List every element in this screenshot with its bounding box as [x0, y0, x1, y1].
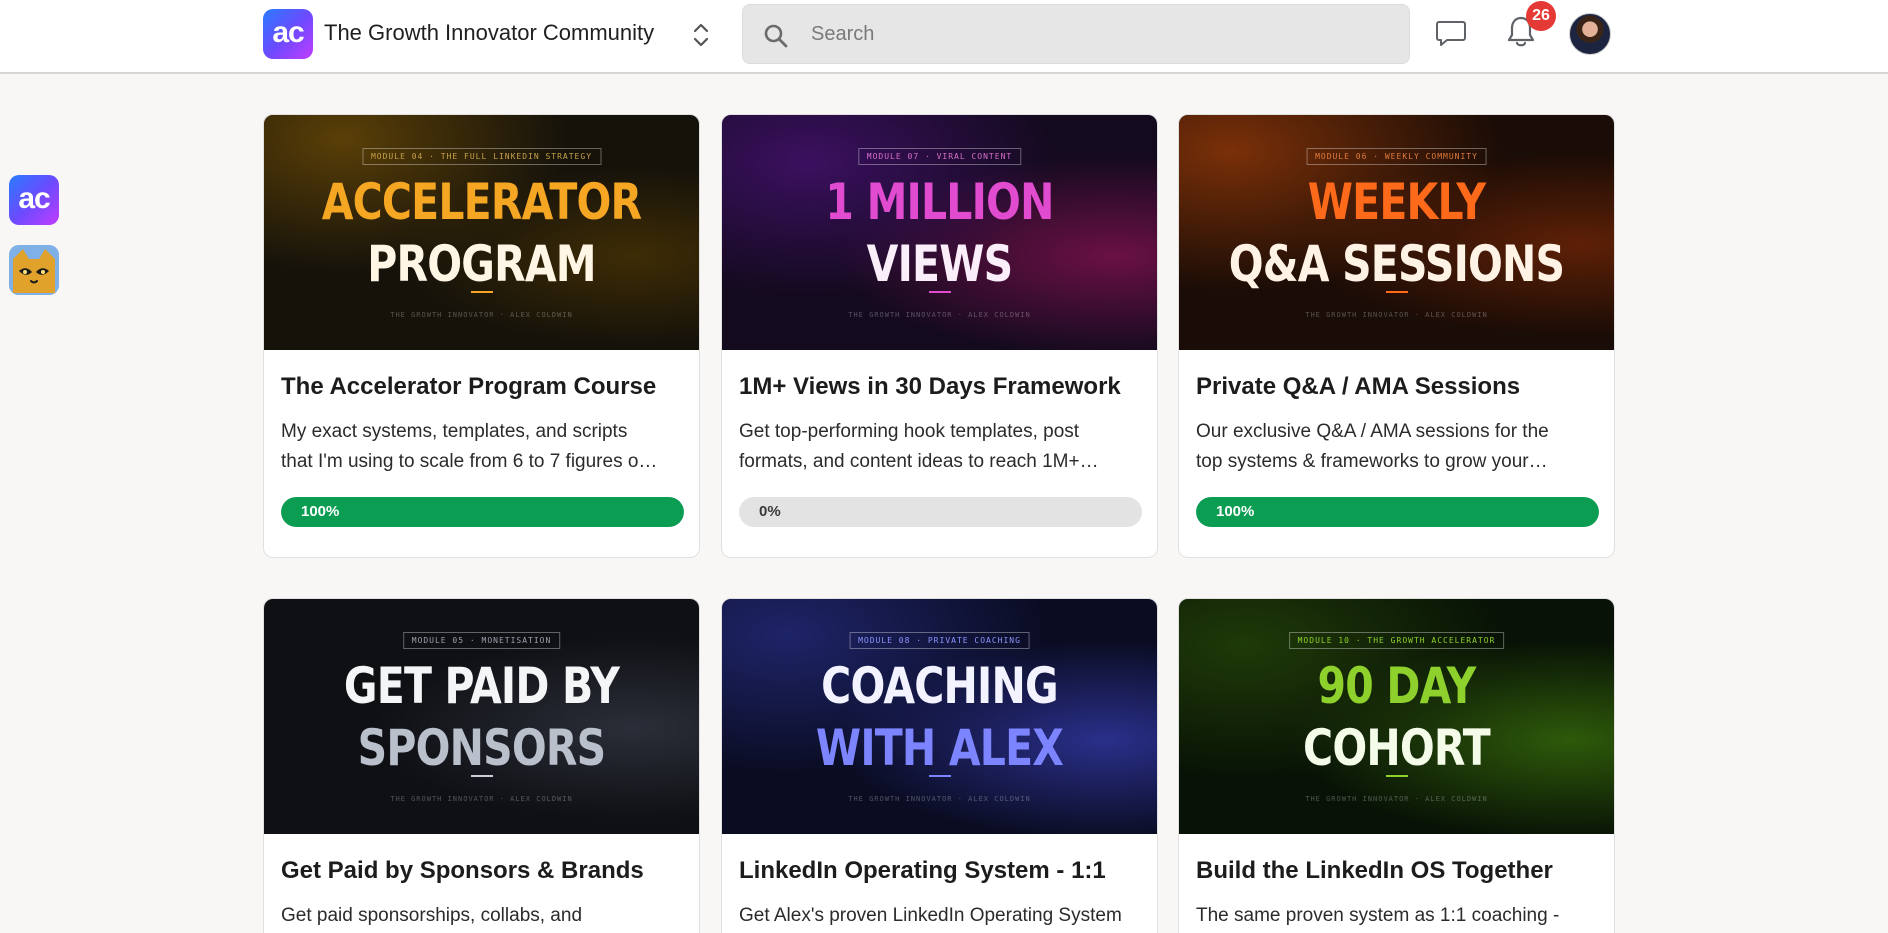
course-thumbnail[interactable]: MODULE 10 · THE GROWTH ACCELERATOR 90 DA…: [1179, 599, 1614, 834]
top-bar: ac The Growth Innovator Community 26: [0, 0, 1888, 74]
community-name[interactable]: The Growth Innovator Community: [324, 20, 654, 46]
course-progress-bar: 100%: [1196, 497, 1599, 527]
thumbnail-module-tag: MODULE 04 · THE FULL LINKEDIN STRATEGY: [361, 148, 602, 165]
course-description: Get paid sponsorships, collabs, and: [281, 905, 583, 926]
thumbnail-footer: THE GROWTH INNOVATOR · ALEX COLDWIN: [1305, 795, 1488, 803]
search-input[interactable]: [811, 5, 1391, 63]
course-card-accelerator[interactable]: MODULE 04 · THE FULL LINKEDIN STRATEGY A…: [263, 114, 700, 558]
course-description: The same proven system as 1:1 coaching -: [1196, 905, 1560, 926]
user-avatar[interactable]: [1569, 13, 1611, 55]
thumbnail-divider: [1385, 775, 1408, 777]
progress-percent: 100%: [301, 503, 340, 520]
thumbnail-footer: THE GROWTH INNOVATOR · ALEX COLDWIN: [390, 311, 573, 319]
thumbnail-divider: [928, 291, 951, 293]
course-thumbnail[interactable]: MODULE 05 · MONETISATION GET PAID BY SPO…: [264, 599, 699, 834]
thumbnail-module-tag: MODULE 05 · MONETISATION: [402, 632, 561, 649]
course-thumbnail[interactable]: MODULE 07 · VIRAL CONTENT 1 MILLION VIEW…: [722, 115, 1157, 350]
course-title[interactable]: Private Q&A / AMA Sessions: [1196, 373, 1520, 401]
thumbnail-module-tag: MODULE 08 · PRIVATE COACHING: [849, 632, 1030, 649]
thumbnail-headline: WEEKLY Q&A SESSIONS: [1228, 173, 1565, 293]
course-description: My exact systems, templates, and scripts…: [281, 421, 658, 472]
thumbnail-divider: [928, 775, 951, 777]
course-card-90-day-cohort[interactable]: MODULE 10 · THE GROWTH ACCELERATOR 90 DA…: [1178, 598, 1615, 933]
course-title[interactable]: The Accelerator Program Course: [281, 373, 656, 401]
course-title[interactable]: 1M+ Views in 30 Days Framework: [739, 373, 1121, 401]
course-thumbnail[interactable]: MODULE 08 · PRIVATE COACHING COACHING WI…: [722, 599, 1157, 834]
thumbnail-headline: COACHING WITH ALEX: [815, 657, 1064, 777]
thumbnail-footer: THE GROWTH INNOVATOR · ALEX COLDWIN: [390, 795, 573, 803]
course-title[interactable]: Build the LinkedIn OS Together: [1196, 857, 1553, 885]
rail-community-ac[interactable]: ac: [9, 175, 59, 225]
thumbnail-divider: [1385, 291, 1408, 293]
course-description: Our exclusive Q&A / AMA sessions for the…: [1196, 421, 1549, 472]
search-box[interactable]: [742, 4, 1410, 64]
thumbnail-headline: GET PAID BY SPONSORS: [343, 657, 620, 777]
thumbnail-footer: THE GROWTH INNOVATOR · ALEX COLDWIN: [848, 795, 1031, 803]
rail-community-cat[interactable]: [9, 245, 59, 295]
course-thumbnail[interactable]: MODULE 06 · WEEKLY COMMUNITY WEEKLY Q&A …: [1179, 115, 1614, 350]
progress-fill: [1196, 497, 1599, 527]
thumbnail-footer: THE GROWTH INNOVATOR · ALEX COLDWIN: [1305, 311, 1488, 319]
course-title[interactable]: LinkedIn Operating System - 1:1: [739, 857, 1106, 885]
messages-icon[interactable]: [1434, 16, 1468, 50]
progress-percent: 100%: [1216, 503, 1255, 520]
course-progress-bar: 0%: [739, 497, 1142, 527]
cat-avatar-icon: [9, 245, 59, 295]
course-description: Get Alex's proven LinkedIn Operating Sys…: [739, 905, 1122, 926]
course-card-million-views[interactable]: MODULE 07 · VIRAL CONTENT 1 MILLION VIEW…: [721, 114, 1158, 558]
notification-count-badge: 26: [1526, 1, 1556, 31]
thumbnail-module-tag: MODULE 10 · THE GROWTH ACCELERATOR: [1288, 632, 1505, 649]
course-thumbnail[interactable]: MODULE 04 · THE FULL LINKEDIN STRATEGY A…: [264, 115, 699, 350]
thumbnail-divider: [470, 775, 493, 777]
community-logo-icon[interactable]: ac: [263, 9, 313, 59]
course-card-coaching[interactable]: MODULE 08 · PRIVATE COACHING COACHING WI…: [721, 598, 1158, 933]
course-description: Get top-performing hook templates, post …: [739, 421, 1099, 472]
thumbnail-divider: [470, 291, 493, 293]
course-progress-bar: 100%: [281, 497, 684, 527]
community-switcher-chevrons-icon[interactable]: [688, 20, 714, 50]
thumbnail-module-tag: MODULE 07 · VIRAL CONTENT: [857, 148, 1022, 165]
thumbnail-module-tag: MODULE 06 · WEEKLY COMMUNITY: [1306, 148, 1487, 165]
search-icon: [764, 24, 788, 48]
course-card-sponsors[interactable]: MODULE 05 · MONETISATION GET PAID BY SPO…: [263, 598, 700, 933]
thumbnail-headline: ACCELERATOR PROGRAM: [321, 173, 642, 293]
progress-fill: [281, 497, 684, 527]
course-card-qa-sessions[interactable]: MODULE 06 · WEEKLY COMMUNITY WEEKLY Q&A …: [1178, 114, 1615, 558]
thumbnail-headline: 1 MILLION VIEWS: [825, 173, 1054, 293]
course-title[interactable]: Get Paid by Sponsors & Brands: [281, 857, 644, 885]
progress-percent: 0%: [759, 503, 781, 520]
thumbnail-headline: 90 DAY COHORT: [1303, 657, 1491, 777]
thumbnail-footer: THE GROWTH INNOVATOR · ALEX COLDWIN: [848, 311, 1031, 319]
